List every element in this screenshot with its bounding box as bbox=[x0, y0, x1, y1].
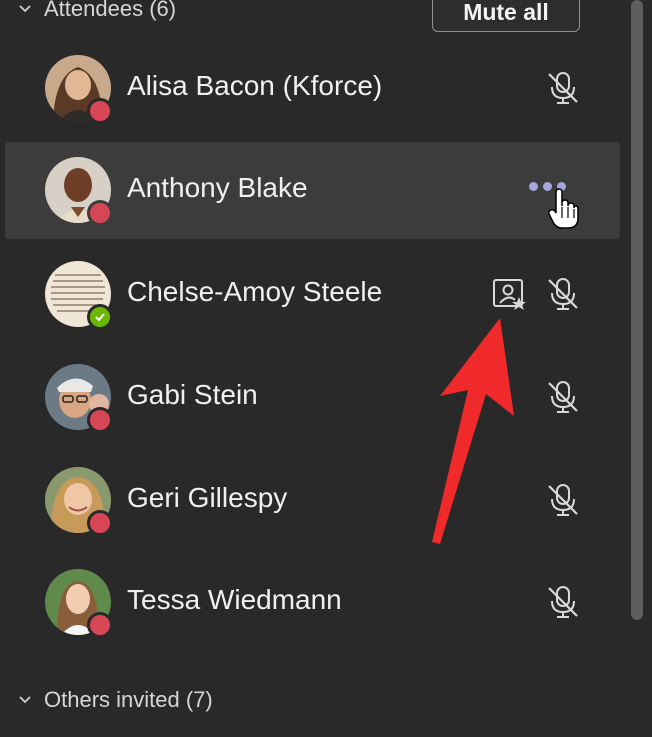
hand-cursor-icon bbox=[548, 188, 579, 229]
status-busy-badge bbox=[87, 612, 113, 638]
mic-off-icon[interactable] bbox=[545, 70, 581, 106]
participants-panel: Attendees (6) Mute all Alisa Bacon (Kfor… bbox=[0, 0, 652, 737]
mic-off-icon[interactable] bbox=[545, 276, 581, 312]
mic-off-icon[interactable] bbox=[545, 482, 581, 518]
chevron-down-icon bbox=[19, 696, 31, 704]
status-busy-badge bbox=[87, 510, 113, 536]
mic-off-icon[interactable] bbox=[545, 379, 581, 415]
chevron-down-icon bbox=[19, 5, 31, 13]
status-busy-badge bbox=[87, 98, 113, 124]
status-busy-badge bbox=[87, 200, 113, 226]
attendee-name: Geri Gillespy bbox=[127, 482, 288, 513]
attendee-name: Anthony Blake bbox=[127, 172, 308, 203]
attendees-section-header[interactable]: Attendees (6) bbox=[0, 0, 176, 26]
attendee-row[interactable]: Anthony Blake bbox=[5, 142, 620, 239]
others-invited-section-label: Others invited (7) bbox=[44, 687, 213, 712]
status-busy-badge bbox=[87, 407, 113, 433]
attendee-name: Chelse-Amoy Steele bbox=[127, 276, 383, 307]
mic-off-icon[interactable] bbox=[545, 584, 581, 620]
attendee-row[interactable]: Tessa Wiedmann bbox=[5, 554, 620, 651]
attendee-name: Gabi Stein bbox=[127, 379, 258, 410]
status-available-badge bbox=[87, 304, 113, 330]
others-invited-section-header[interactable]: Others invited (7) bbox=[0, 683, 213, 717]
attendee-name: Tessa Wiedmann bbox=[127, 584, 342, 615]
attendee-row[interactable]: Alisa Bacon (Kforce) bbox=[5, 40, 620, 137]
mute-all-button[interactable]: Mute all bbox=[432, 0, 580, 32]
annotation-arrow bbox=[432, 318, 514, 544]
spotlight-icon[interactable] bbox=[491, 276, 527, 312]
scrollbar-thumb[interactable] bbox=[631, 0, 643, 620]
attendees-section-label: Attendees (6) bbox=[44, 0, 177, 21]
attendee-name: Alisa Bacon (Kforce) bbox=[127, 70, 383, 101]
